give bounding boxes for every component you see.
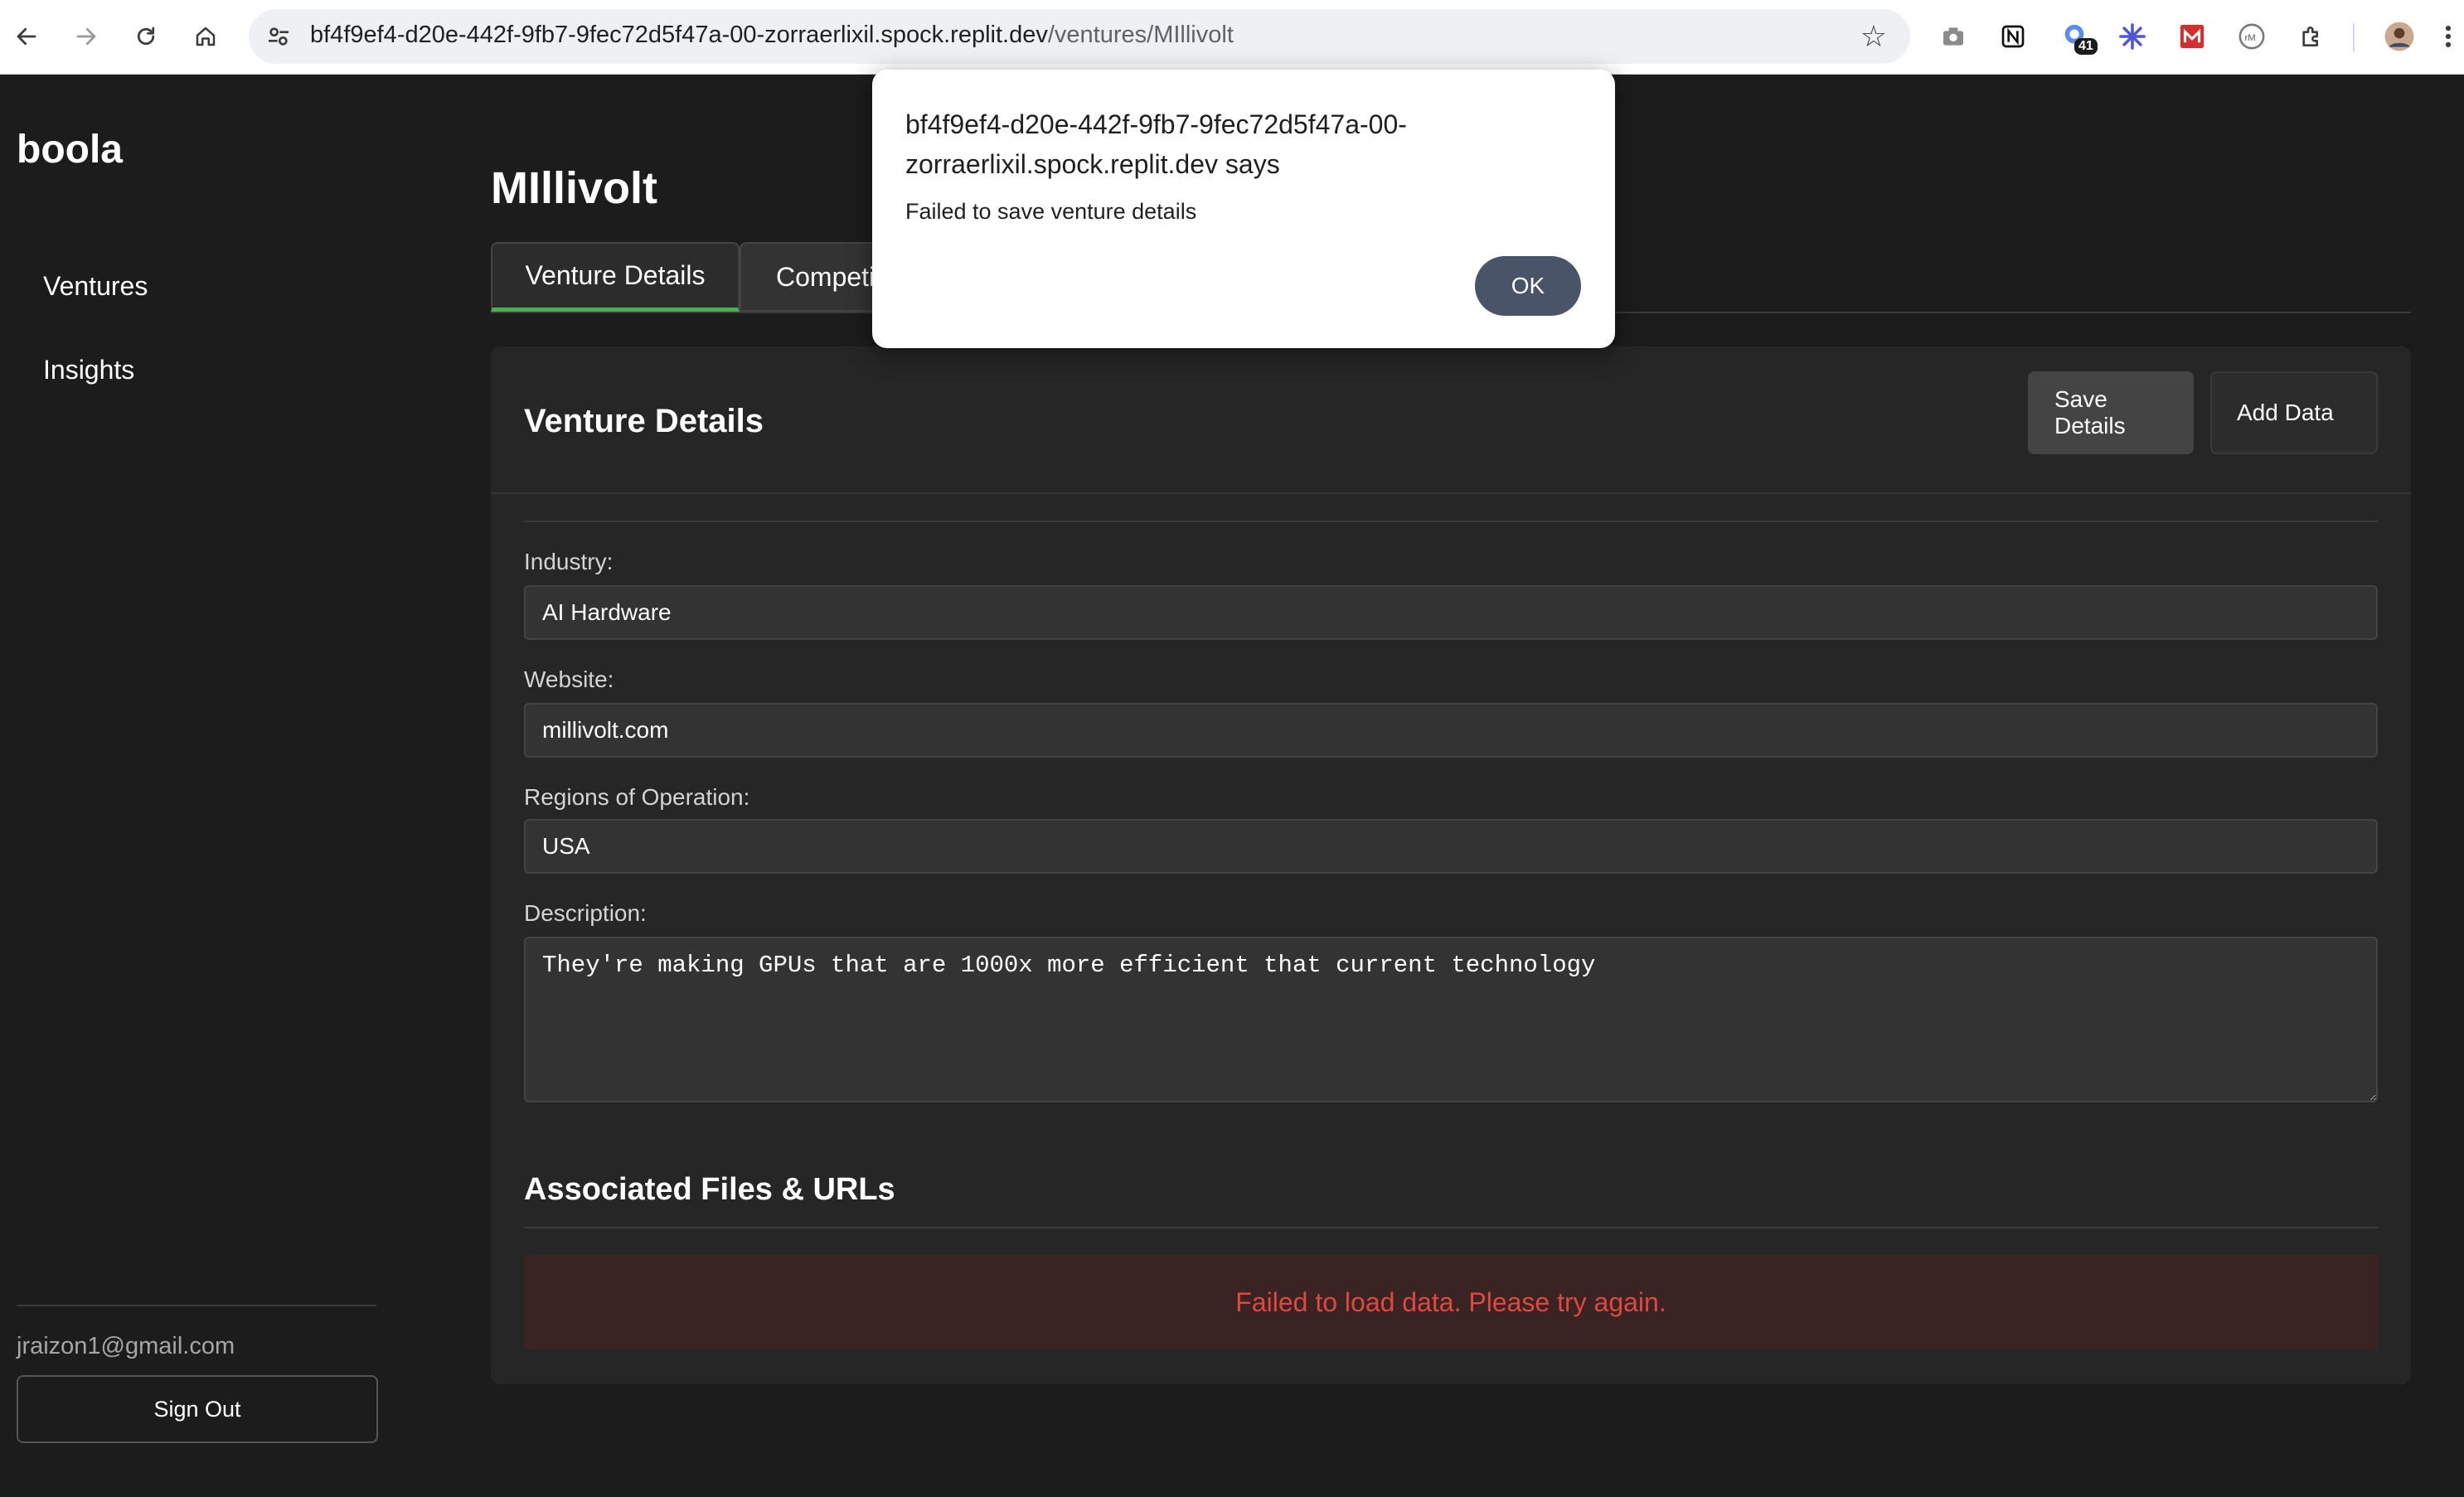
rm-extension-icon[interactable]: rM — [2234, 18, 2270, 55]
description-textarea[interactable]: They're making GPUs that are 1000x more … — [524, 937, 2378, 1102]
bookmark-star-icon[interactable]: ☆ — [1860, 19, 1887, 54]
sidebar-divider — [17, 1305, 376, 1306]
tab-competitors[interactable]: Competi — [740, 242, 889, 312]
notion-icon[interactable] — [1995, 18, 2031, 55]
industry-label: Industry: — [524, 549, 614, 574]
website-label: Website: — [524, 666, 614, 692]
error-message: Failed to load data. Please try again. — [524, 1255, 2378, 1349]
save-details-button[interactable]: Save Details — [2028, 371, 2194, 454]
url-path: /ventures/MIllivolt — [1047, 22, 1234, 48]
camera-icon[interactable] — [1935, 18, 1972, 55]
venture-details-card: Venture Details Save Details Add Data In… — [491, 346, 2411, 1384]
sign-out-button[interactable]: Sign Out — [17, 1375, 378, 1443]
extension-badge-icon[interactable]: 41 — [2056, 18, 2098, 55]
browser-toolbar: bf4f9ef4-d20e-442f-9fb7-9fec72d5f47a-00-… — [0, 0, 2464, 75]
red-extension-icon[interactable] — [2174, 18, 2210, 55]
regions-label: Regions of Operation: — [524, 784, 750, 810]
description-label: Description: — [524, 900, 647, 926]
card-title: Venture Details — [524, 403, 764, 439]
associated-files-divider — [524, 1227, 2378, 1228]
regions-input[interactable] — [524, 819, 2378, 874]
address-bar[interactable]: bf4f9ef4-d20e-442f-9fb7-9fec72d5f47a-00-… — [249, 9, 1910, 64]
ok-button[interactable]: OK — [1475, 256, 1581, 316]
dialog-message: Failed to save venture details — [905, 199, 1197, 224]
card-header-divider — [491, 492, 2411, 494]
reload-icon[interactable] — [128, 18, 164, 55]
sidebar: boola Ventures Insights jraizon1@gmail.c… — [0, 75, 390, 1497]
tab-venture-details[interactable]: Venture Details — [491, 242, 740, 312]
website-input[interactable] — [524, 703, 2378, 758]
forward-arrow-icon[interactable] — [68, 18, 104, 55]
sparkle-extension-icon[interactable] — [2114, 18, 2151, 55]
brand-logo[interactable]: boola — [17, 127, 123, 172]
add-data-button[interactable]: Add Data — [2210, 371, 2378, 454]
error-text: Failed to load data. Please try again. — [1235, 1286, 1666, 1317]
puzzle-extensions-icon[interactable] — [2293, 18, 2330, 55]
toolbar-divider — [2353, 23, 2355, 51]
industry-input[interactable] — [524, 585, 2378, 640]
url-host: bf4f9ef4-d20e-442f-9fb7-9fec72d5f47a-00-… — [310, 22, 1048, 48]
back-arrow-icon[interactable] — [8, 18, 45, 55]
extension-badge-count: 41 — [2074, 38, 2098, 55]
dialog-title: bf4f9ef4-d20e-442f-9fb7-9fec72d5f47a-00-… — [905, 109, 1407, 179]
browser-menu-icon[interactable] — [2436, 18, 2461, 55]
svg-text:rM: rM — [2245, 33, 2256, 43]
associated-files-title: Associated Files & URLs — [524, 1172, 895, 1207]
page-title: MIllivolt — [491, 163, 657, 213]
sidebar-item-insights[interactable]: Insights — [43, 355, 134, 385]
alert-dialog: bf4f9ef4-d20e-442f-9fb7-9fec72d5f47a-00-… — [872, 70, 1615, 348]
site-settings-icon[interactable] — [265, 23, 292, 50]
form-divider — [524, 521, 2378, 522]
home-icon[interactable] — [187, 18, 224, 55]
url-text: bf4f9ef4-d20e-442f-9fb7-9fec72d5f47a-00-… — [310, 22, 1234, 49]
profile-avatar-icon[interactable] — [2381, 18, 2418, 55]
user-email: jraizon1@gmail.com — [17, 1333, 235, 1359]
sidebar-item-ventures[interactable]: Ventures — [43, 271, 148, 302]
